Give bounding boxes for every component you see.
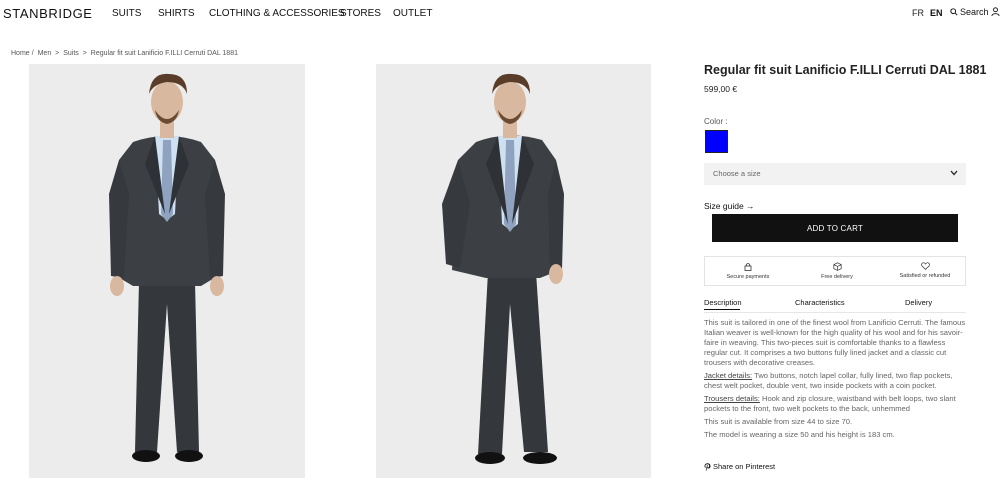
model-side-illustration <box>442 73 564 464</box>
size-guide-link[interactable]: Size guide → <box>704 201 755 211</box>
nav-item-suits[interactable]: SUITS <box>112 8 141 19</box>
language-fr[interactable]: FR <box>912 8 924 18</box>
size-select-placeholder: Choose a size <box>713 169 761 178</box>
color-label: Color : <box>704 117 728 126</box>
active-tab-underline <box>704 309 740 310</box>
breadcrumb-home[interactable]: Home <box>11 50 30 57</box>
feature-label: Satisfied or refunded <box>899 273 951 279</box>
breadcrumb-separator: > <box>55 50 60 57</box>
product-price: 599,00 € <box>704 84 738 94</box>
pinterest-share-link[interactable]: Share on Pinterest <box>704 462 775 471</box>
breadcrumb-separator: / <box>31 50 34 57</box>
size-availability: This suit is available from size 44 to s… <box>704 417 853 426</box>
add-to-cart-button[interactable]: ADD TO CART <box>712 214 958 242</box>
nav-item-shirts[interactable]: SHIRTS <box>158 8 195 19</box>
pinterest-label: Share on Pinterest <box>713 462 776 471</box>
breadcrumb-men[interactable]: Men <box>38 50 52 57</box>
reassurance-bar: Secure payments Free delivery Satisfied … <box>704 256 966 286</box>
trousers-details-label: Trousers details: <box>704 394 760 403</box>
language-en[interactable]: EN <box>930 8 943 18</box>
search-button[interactable]: Search <box>950 7 989 17</box>
search-label: Search <box>960 7 989 17</box>
breadcrumb-suits[interactable]: Suits <box>63 50 79 57</box>
model-front-illustration <box>109 73 225 462</box>
description-intro: This suit is tailored in one of the fine… <box>704 318 966 367</box>
site-logo[interactable]: STANBRIDGE <box>3 6 93 21</box>
model-info: The model is wearing a size 50 and his h… <box>704 430 895 439</box>
tab-description[interactable]: Description <box>704 298 742 307</box>
feature-satisfied-refunded: Satisfied or refunded <box>895 262 955 279</box>
tabs-divider <box>704 312 966 313</box>
feature-label: Secure payments <box>726 274 770 280</box>
jacket-details: Jacket details: Two buttons, notch lapel… <box>704 371 970 391</box>
tab-characteristics[interactable]: Characteristics <box>795 298 845 307</box>
product-description: This suit is tailored in one of the fine… <box>704 318 970 443</box>
add-to-cart-label: ADD TO CART <box>807 223 863 233</box>
product-photo-front[interactable] <box>29 64 305 478</box>
nav-item-clothing-accessories[interactable]: CLOTHING & ACCESSORIES <box>209 8 345 19</box>
breadcrumb-separator: > <box>82 50 87 57</box>
chevron-down-icon[interactable] <box>950 170 958 176</box>
top-header: STANBRIDGE SUITS SHIRTS CLOTHING & ACCES… <box>0 0 1000 28</box>
color-swatch-blue[interactable] <box>705 130 728 153</box>
breadcrumb-current: Regular fit suit Lanificio F.ILLI Cerrut… <box>90 50 238 57</box>
feature-secure-payments: Secure payments <box>723 262 773 280</box>
lock-icon <box>744 263 752 271</box>
feature-label: Free delivery <box>821 274 853 280</box>
size-select[interactable]: Choose a size <box>704 163 966 185</box>
user-icon[interactable] <box>991 7 1000 17</box>
product-title: Regular fit suit Lanificio F.ILLI Cerrut… <box>704 63 987 77</box>
jacket-details-label: Jacket details: <box>704 371 753 380</box>
trousers-details: Trousers details: Hook and zip closure, … <box>704 394 970 414</box>
tab-delivery[interactable]: Delivery <box>905 298 932 307</box>
feature-free-delivery: Free delivery <box>812 262 862 280</box>
nav-item-stores[interactable]: STORES <box>340 8 381 19</box>
heart-icon <box>920 262 930 270</box>
search-icon <box>950 8 958 16</box>
breadcrumb: Home / Men > Suits > Regular fit suit Lan… <box>11 50 240 57</box>
logo-text: STANBRIDGE <box>3 6 93 21</box>
nav-item-outlet[interactable]: OUTLET <box>393 8 432 19</box>
product-photo-side[interactable] <box>376 64 651 478</box>
box-icon <box>832 262 842 271</box>
pinterest-icon <box>704 462 711 471</box>
